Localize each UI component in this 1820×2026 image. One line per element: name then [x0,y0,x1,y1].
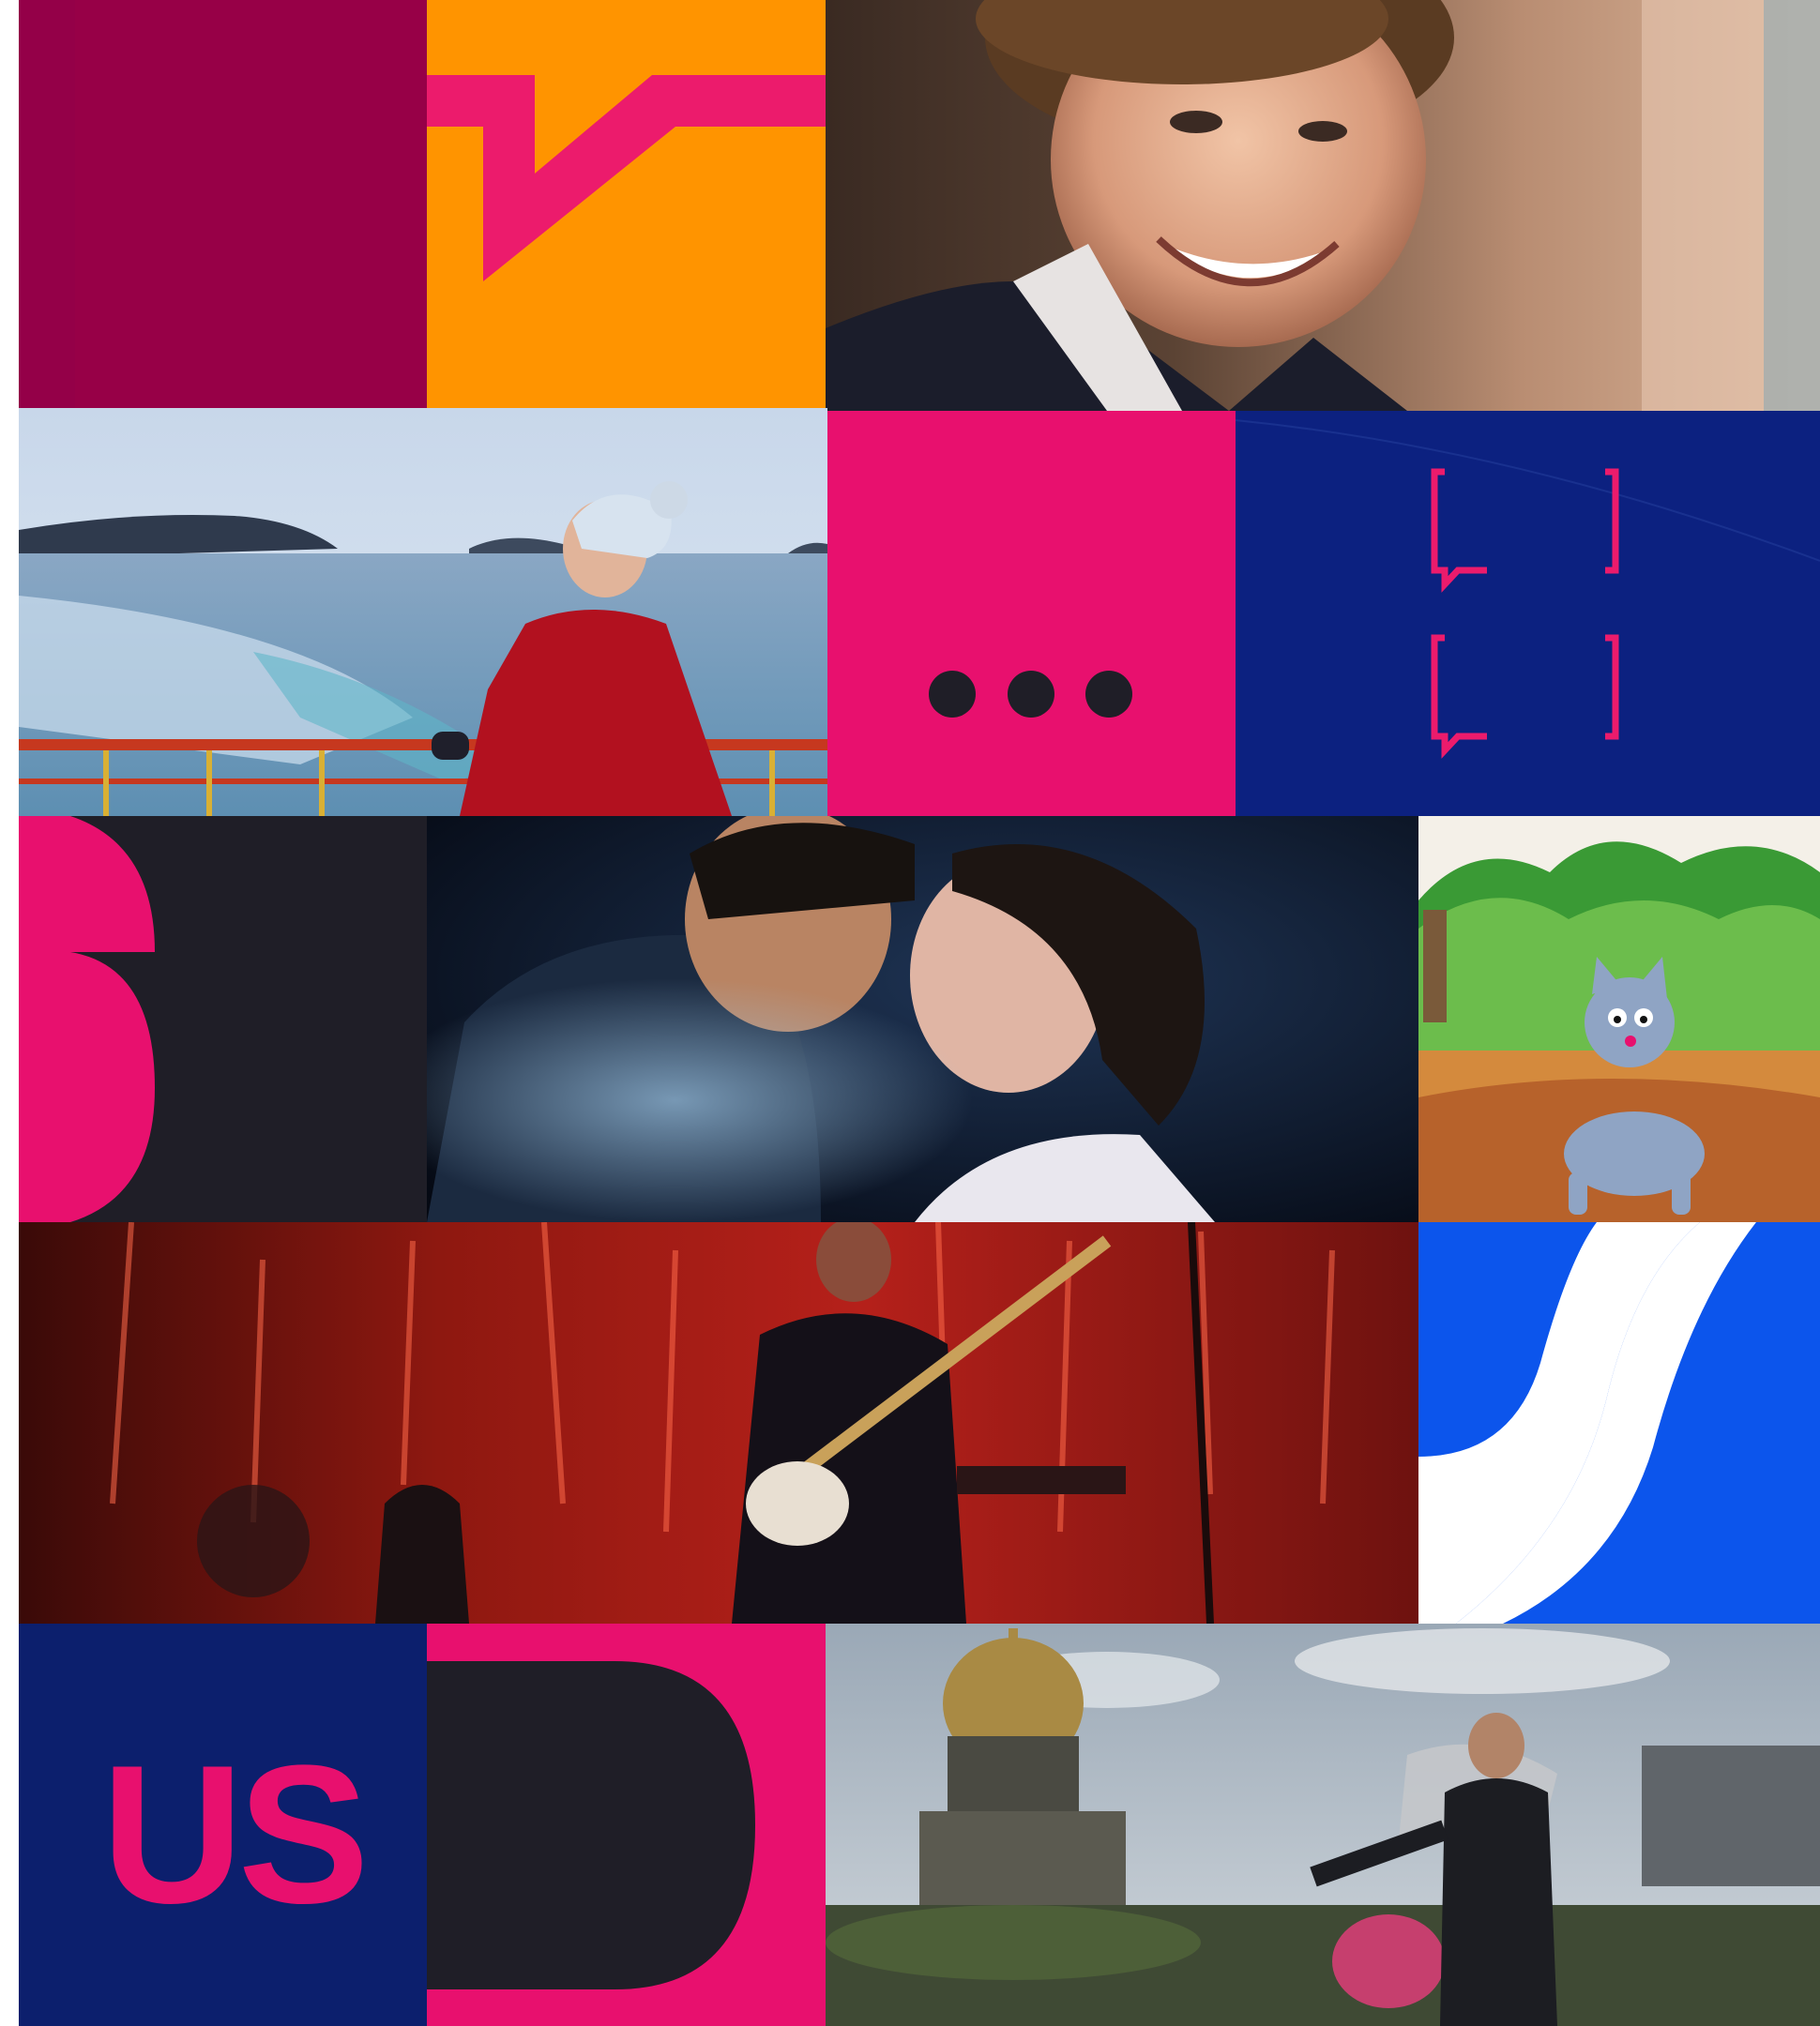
city-rooftop-man-photo [826,1624,1820,2026]
embracing-couple-photo [427,816,1418,1222]
half-circle-shape [427,1624,826,2026]
speech-bracket-block [1236,411,1820,816]
ellipsis-dots-block [827,411,1236,816]
cartoon-cat-photo [1418,816,1820,1222]
us-logo-block: US [19,1624,427,2026]
concert-guitarist-photo [19,1222,1418,1624]
arctic-ship-girl-photo [19,408,827,816]
wave-s-shape [1418,1222,1820,1624]
maroon-color-block [19,0,427,408]
half-circle-block [427,1624,826,2026]
speech-bracket-icon [1236,411,1820,816]
check-mark-shape [427,0,826,408]
six-glyph-block [19,816,427,1222]
six-glyph-shape [19,816,427,1222]
us-logo-text: US [101,1724,370,1944]
ellipsis-dots-icon [827,411,1236,816]
orange-tick-block [427,0,826,408]
smiling-boy-photo [826,0,1820,411]
wave-s-block [1418,1222,1820,1624]
